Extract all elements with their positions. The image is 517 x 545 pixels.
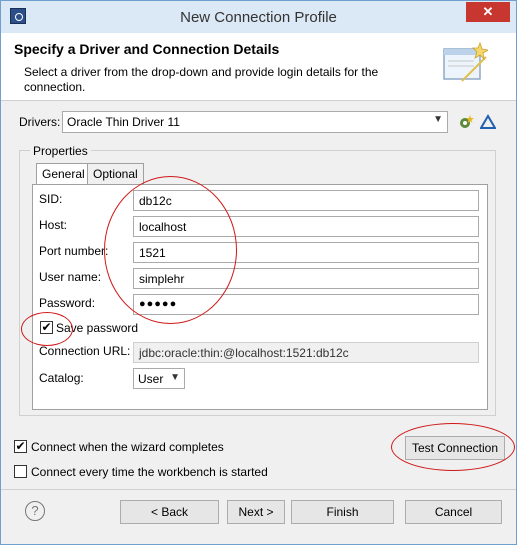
port-label: Port number: bbox=[39, 244, 109, 258]
drivers-selected-value: Oracle Thin Driver 11 bbox=[67, 115, 180, 129]
annotation-ellipse-fields bbox=[104, 176, 237, 324]
sid-label: SID: bbox=[39, 192, 63, 206]
title-bar: New Connection Profile ✕ bbox=[1, 1, 516, 33]
new-driver-icon[interactable] bbox=[458, 114, 474, 130]
catalog-selected-value: User bbox=[138, 372, 164, 386]
host-label: Host: bbox=[39, 218, 68, 232]
footer-divider bbox=[1, 489, 516, 490]
catalog-dropdown[interactable]: User ▼ bbox=[133, 368, 185, 389]
back-button[interactable]: < Back bbox=[120, 500, 219, 524]
tab-general[interactable]: General bbox=[36, 163, 91, 185]
connection-url-label: Connection URL: bbox=[39, 344, 131, 358]
window-title: New Connection Profile bbox=[180, 9, 337, 26]
connect-every-time-label: Connect every time the workbench is star… bbox=[31, 465, 268, 479]
connect-when-complete-label: Connect when the wizard completes bbox=[31, 440, 224, 454]
connection-url-field: jdbc:oracle:thin:@localhost:1521:db12c bbox=[133, 342, 479, 363]
chevron-down-icon: ▼ bbox=[433, 114, 443, 125]
wizard-banner-icon bbox=[443, 41, 488, 82]
drivers-label: Drivers: bbox=[19, 115, 61, 129]
chevron-down-icon: ▼ bbox=[170, 372, 180, 383]
connect-every-time-checkbox[interactable] bbox=[14, 465, 27, 478]
new-connection-profile-dialog: New Connection Profile ✕ Specify a Drive… bbox=[0, 0, 517, 545]
finish-button[interactable]: Finish bbox=[291, 500, 394, 524]
next-button[interactable]: Next > bbox=[227, 500, 285, 524]
close-button[interactable]: ✕ bbox=[466, 2, 510, 22]
drivers-dropdown[interactable]: Oracle Thin Driver 11 ▼ bbox=[62, 111, 448, 133]
connect-when-complete-checkbox[interactable]: ✔ bbox=[14, 440, 27, 453]
annotation-ellipse-save-password bbox=[21, 312, 73, 346]
properties-group-label: Properties bbox=[30, 144, 91, 158]
edit-driver-icon[interactable] bbox=[479, 114, 497, 130]
banner-title: Specify a Driver and Connection Details bbox=[14, 41, 280, 57]
cancel-button[interactable]: Cancel bbox=[405, 500, 502, 524]
password-label: Password: bbox=[39, 296, 96, 310]
user-name-label: User name: bbox=[39, 270, 102, 284]
annotation-ellipse-test-connection bbox=[391, 423, 515, 471]
banner-description: Select a driver from the drop-down and p… bbox=[24, 65, 379, 94]
catalog-label: Catalog: bbox=[39, 371, 84, 385]
help-icon[interactable]: ? bbox=[25, 501, 45, 521]
tab-optional[interactable]: Optional bbox=[87, 163, 144, 184]
wizard-banner: Specify a Driver and Connection Details … bbox=[1, 33, 516, 101]
